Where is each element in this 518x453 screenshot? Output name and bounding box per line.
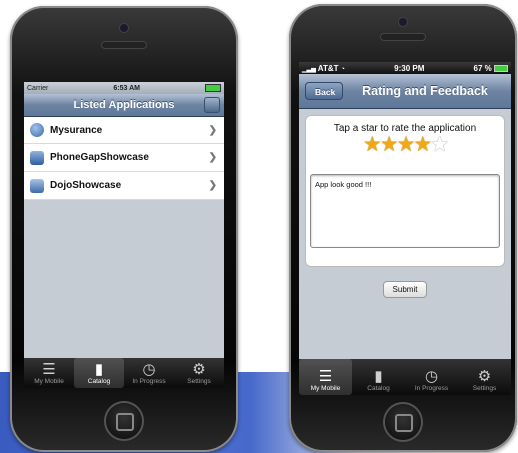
submit-button[interactable]: Submit (382, 281, 428, 298)
clock-icon: ◷ (142, 361, 156, 378)
clock-icon: ◷ (424, 368, 439, 385)
chevron-right-icon: ❯ (208, 180, 217, 191)
tab-settings[interactable]: ⚙ Settings (174, 358, 224, 388)
tab-bar: ☰ My Mobile ▮ Catalog ◷ In Progress ⚙ Se… (24, 358, 224, 388)
tab-in-progress[interactable]: ◷ In Progress (124, 358, 174, 388)
tab-label: In Progress (414, 385, 449, 392)
status-bar: ▁▃▅ AT&T ◔ 9:30 PM 67 % (299, 62, 511, 74)
camera-icon (399, 18, 407, 26)
star-icon-5[interactable]: ★ (430, 133, 449, 156)
tab-label: Catalog (367, 385, 390, 392)
tab-label: In Progress (132, 378, 166, 385)
right-screen: ▁▃▅ AT&T ◔ 9:30 PM 67 % Back Rating and … (299, 62, 511, 395)
refresh-icon[interactable] (204, 97, 220, 113)
list-icon: ☰ (42, 361, 56, 378)
carrier-label: ▁▃▅ AT&T ◔ (302, 63, 345, 73)
list-item-mysurance[interactable]: Mysurance ❯ (24, 117, 224, 144)
list-item-label: Mysurance (50, 124, 103, 136)
left-screen: Carrier 6:53 AM Listed Applications Mysu… (24, 82, 224, 388)
tab-label: Settings (472, 385, 497, 392)
star-icon-1[interactable]: ★ (363, 133, 382, 156)
nav-bar: Back Rating and Feedback (299, 74, 511, 109)
tab-label: My Mobile (34, 378, 64, 385)
carrier-label: Carrier (27, 84, 49, 92)
phone-icon: ▮ (94, 361, 104, 378)
tab-label: Settings (187, 378, 211, 385)
battery-icon (494, 64, 508, 72)
phone-icon: ▮ (374, 368, 383, 385)
rating-panel: Tap a star to rate the application ★★★★★… (305, 115, 505, 267)
page-title: Listed Applications (73, 99, 175, 111)
list-item-dojoshowcase[interactable]: DojoShowcase ❯ (24, 172, 224, 200)
status-time: 9:30 PM (394, 63, 425, 73)
camera-icon (120, 24, 128, 32)
window-icon (30, 178, 44, 193)
tab-my-mobile[interactable]: ☰ My Mobile (299, 359, 352, 395)
list-item-label: DojoShowcase (50, 180, 122, 191)
tab-bar: ☰ My Mobile ▮ Catalog ◷ In Progress ⚙ Se… (299, 359, 511, 395)
chevron-right-icon: ❯ (208, 152, 217, 163)
tab-my-mobile[interactable]: ☰ My Mobile (24, 358, 74, 388)
list-item-label: PhoneGapShowcase (50, 152, 149, 163)
monitor-icon (30, 150, 44, 165)
home-button[interactable] (106, 403, 142, 439)
tab-label: Catalog (87, 378, 111, 385)
page-title: Rating and Feedback (362, 84, 488, 98)
back-button[interactable]: Back (305, 82, 344, 100)
right-phone: ▁▃▅ AT&T ◔ 9:30 PM 67 % Back Rating and … (289, 4, 517, 452)
tab-label: My Mobile (310, 385, 341, 392)
tab-catalog[interactable]: ▮ Catalog (352, 359, 405, 395)
speaker-icon (381, 34, 425, 40)
status-time: 6:53 AM (113, 84, 140, 92)
tab-catalog[interactable]: ▮ Catalog (74, 358, 124, 388)
gear-icon: ⚙ (477, 368, 492, 385)
star-icon-4[interactable]: ★ (413, 133, 432, 156)
app-list: Mysurance ❯ PhoneGapShowcase ❯ DojoShowc… (24, 117, 224, 200)
chevron-right-icon: ❯ (208, 124, 217, 136)
list-icon: ☰ (318, 368, 333, 385)
list-item-phonegapshowcase[interactable]: PhoneGapShowcase ❯ (24, 144, 224, 172)
wifi-icon: ◔ (340, 65, 345, 73)
gear-icon: ⚙ (192, 361, 206, 378)
star-icon-3[interactable]: ★ (397, 133, 416, 156)
left-phone: Carrier 6:53 AM Listed Applications Mysu… (10, 6, 238, 452)
battery-icon (204, 84, 221, 92)
signal-icon: ▁▃▅ (302, 66, 316, 73)
tab-settings[interactable]: ⚙ Settings (458, 359, 511, 395)
status-bar: Carrier 6:53 AM (24, 82, 224, 94)
feedback-text: App look good !!! (315, 180, 372, 189)
home-button[interactable] (385, 404, 421, 440)
speaker-icon (102, 42, 146, 48)
globe-icon (30, 123, 44, 137)
star-icon-2[interactable]: ★ (380, 133, 399, 156)
battery-status: 67 % (474, 64, 508, 73)
star-rating[interactable]: ★★★★★ (306, 134, 504, 156)
feedback-textarea[interactable]: App look good !!! (310, 174, 500, 248)
nav-bar: Listed Applications (24, 94, 224, 117)
tab-in-progress[interactable]: ◷ In Progress (405, 359, 458, 395)
